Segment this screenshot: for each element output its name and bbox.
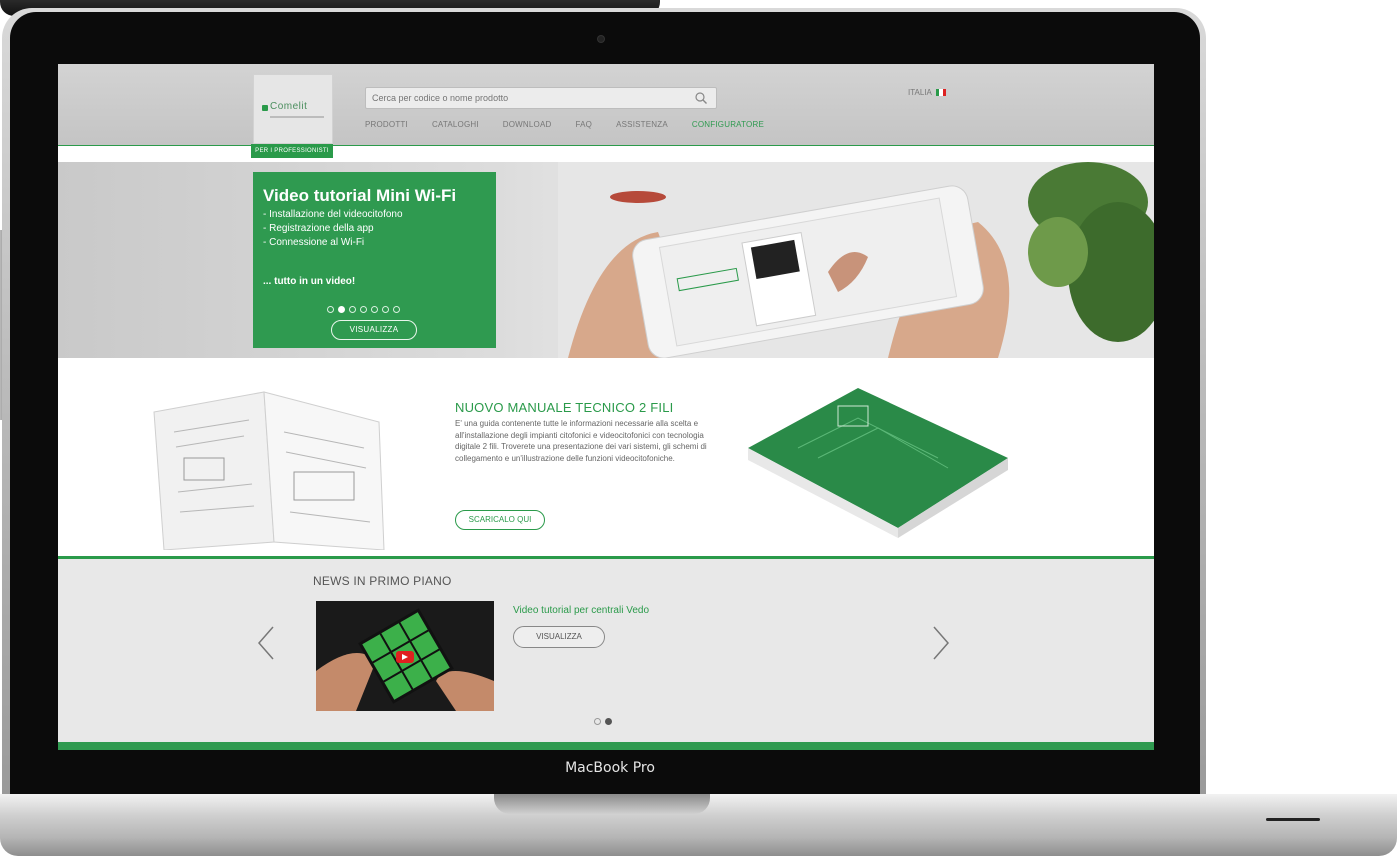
manual-title: NUOVO MANUALE TECNICO 2 FILI: [455, 400, 674, 415]
manual-cover-image: [748, 388, 1008, 538]
slider-dot[interactable]: [327, 306, 334, 313]
chevron-right-icon[interactable]: [928, 623, 954, 663]
camera-icon: [598, 36, 604, 42]
slider-dot-active[interactable]: [338, 306, 345, 313]
manual-description: E' una guida contenente tutte le informa…: [455, 419, 707, 463]
chevron-left-icon[interactable]: [253, 623, 279, 663]
hero-view-button[interactable]: VISUALIZZA: [331, 320, 417, 340]
pager-dot-active[interactable]: [605, 718, 612, 725]
nav-assistenza[interactable]: ASSISTENZA: [616, 120, 668, 134]
base-highlight: [1266, 818, 1320, 821]
footer-bar: [58, 742, 1154, 750]
news-item-title[interactable]: Video tutorial per centrali Vedo: [513, 605, 649, 616]
open-manual-image: [153, 391, 385, 550]
header-divider: [58, 145, 1154, 146]
search-bar: [365, 87, 717, 109]
language-label: ITALIA: [908, 88, 932, 97]
hero-image: [558, 162, 1154, 358]
news-thumbnail[interactable]: [316, 601, 494, 711]
hero-banner: Video tutorial Mini Wi-Fi - Installazion…: [58, 162, 1154, 358]
hero-slider-dots: [327, 306, 400, 313]
news-pager-dots: [594, 718, 612, 725]
nav-cataloghi[interactable]: CATALOGHI: [432, 120, 479, 134]
hero-bullet: - Connessione al Wi-Fi: [263, 237, 365, 248]
logo-text: Comelit: [270, 101, 308, 112]
news-section: NEWS IN PRIMO PIANO Video tutorial per c: [58, 559, 1154, 742]
language-selector[interactable]: ITALIA: [908, 88, 946, 97]
slider-dot[interactable]: [349, 306, 356, 313]
hero-bullet: - Installazione del videocitofono: [263, 209, 403, 220]
slider-dot[interactable]: [382, 306, 389, 313]
logo-tagline: [270, 116, 324, 118]
nav-configuratore[interactable]: CONFIGURATORE: [692, 120, 764, 134]
device-label: MacBook Pro: [565, 760, 655, 776]
download-manual-button[interactable]: SCARICALO QUI: [455, 510, 545, 530]
news-heading: NEWS IN PRIMO PIANO: [313, 574, 452, 588]
main-nav: PRODOTTI CATALOGHI DOWNLOAD FAQ ASSISTEN…: [365, 120, 764, 134]
logo-mark-icon: [262, 105, 268, 111]
nav-faq[interactable]: FAQ: [576, 120, 593, 134]
logo[interactable]: Comelit: [253, 74, 333, 144]
laptop-notch: [494, 794, 710, 814]
nav-prodotti[interactable]: PRODOTTI: [365, 120, 408, 134]
hero-caption-box: Video tutorial Mini Wi-Fi - Installazion…: [253, 172, 496, 348]
hero-tagline: ... tutto in un video!: [263, 276, 356, 287]
manual-section: NUOVO MANUALE TECNICO 2 FILI E' una guid…: [58, 358, 1154, 556]
slider-dot[interactable]: [360, 306, 367, 313]
italy-flag-icon: [935, 89, 946, 96]
laptop-screen: Comelit PRODOTTI CATALOGHI DOWNLOAD FAQ …: [58, 64, 1154, 750]
search-input[interactable]: [372, 88, 672, 108]
news-view-button[interactable]: VISUALIZZA: [513, 626, 605, 648]
hero-bullet: - Registrazione della app: [263, 223, 374, 234]
site-header: Comelit PRODOTTI CATALOGHI DOWNLOAD FAQ …: [58, 64, 1154, 145]
slider-dot[interactable]: [393, 306, 400, 313]
slider-dot[interactable]: [371, 306, 378, 313]
search-icon[interactable]: [694, 91, 708, 105]
hero-title: Video tutorial Mini Wi-Fi: [263, 186, 457, 205]
professionals-tab[interactable]: PER I PROFESSIONISTI: [251, 144, 333, 158]
nav-download[interactable]: DOWNLOAD: [503, 120, 552, 134]
pager-dot[interactable]: [594, 718, 601, 725]
hero-bullets: - Installazione del videocitofono - Regi…: [263, 208, 403, 250]
